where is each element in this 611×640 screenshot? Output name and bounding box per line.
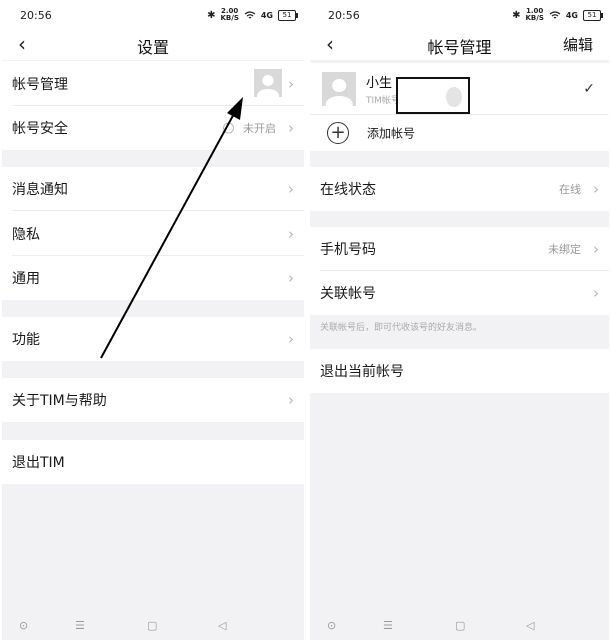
linked-account-hint: 关联帐号后，即可代收该号的好友消息。: [320, 323, 483, 333]
settings-item-logout[interactable]: 退出TIM: [2, 440, 304, 484]
settings-item-label: 帐号管理: [12, 76, 68, 93]
settings-item-account-manage[interactable]: 帐号管理 ›: [2, 61, 304, 106]
chevron-right-icon: ›: [593, 180, 599, 198]
bluetooth-icon: ✱: [512, 9, 521, 21]
account-name: 小生: [366, 76, 393, 91]
chevron-right-icon: ›: [288, 119, 294, 137]
status-bar: 20:56 ✱ 2.00 KB/S 4G 51: [2, 0, 304, 28]
settings-item-label: 帐号安全: [12, 121, 68, 137]
status-time: 20:56: [20, 9, 52, 22]
add-account-label: 添加帐号: [367, 126, 416, 141]
settings-item-privacy[interactable]: 隐私 ›: [2, 211, 304, 256]
settings-item-label: 退出TIM: [12, 455, 65, 471]
chevron-right-icon: ›: [288, 180, 294, 198]
battery-icon: 51: [583, 9, 603, 21]
settings-item-label: 功能: [12, 332, 40, 348]
system-nav-bar: ⊙ ☰ ▢ ◁: [310, 612, 609, 640]
settings-item-general[interactable]: 通用 ›: [2, 256, 304, 300]
settings-item-label: 退出当前帐号: [320, 364, 404, 380]
settings-item-label: 隐私: [12, 226, 40, 243]
system-nav-bar: ⊙ ☰ ▢ ◁: [2, 612, 304, 640]
bluetooth-icon: ✱: [207, 9, 216, 21]
status-bar: 20:56 ✱ 1.00 KB/S 4G 51: [310, 0, 609, 28]
settings-item-online-status[interactable]: 在线状态 在线 ›: [310, 167, 609, 211]
settings-item-linked-account[interactable]: 关联帐号 ›: [310, 271, 609, 315]
page-title: 设置: [136, 38, 169, 57]
signal-icon: 4G: [565, 10, 578, 20]
settings-item-label: 关联帐号: [320, 286, 376, 302]
chevron-right-icon: ›: [288, 330, 294, 348]
nav-bar: ‹ 帐号管理 编辑: [310, 28, 609, 60]
chevron-right-icon: ›: [288, 224, 294, 243]
system-back-button[interactable]: ◁: [526, 619, 534, 632]
network-speed: 2.00 KB/S: [220, 7, 239, 22]
settings-item-label: 关于TIM与帮助: [12, 393, 107, 409]
chevron-right-icon: ›: [593, 284, 599, 302]
status-icons: ✱ 2.00 KB/S 4G 51: [207, 7, 298, 22]
menu-button[interactable]: ☰: [75, 619, 85, 632]
plus-circle-icon: +: [327, 122, 349, 144]
online-status-value: 在线: [559, 183, 581, 196]
chevron-right-icon: ›: [593, 240, 599, 258]
battery-icon: 51: [278, 9, 298, 21]
home-button[interactable]: ▢: [455, 619, 465, 632]
chevron-right-icon: ›: [288, 269, 294, 287]
add-account-button[interactable]: + 添加帐号: [310, 115, 609, 151]
status-time: 20:56: [328, 9, 360, 22]
security-status-value: 未开启: [243, 122, 276, 135]
menu-button[interactable]: ☰: [383, 619, 393, 632]
avatar: [254, 69, 282, 97]
settings-item-features[interactable]: 功能 ›: [2, 317, 304, 361]
nav-bar: ‹ 设置: [2, 28, 304, 60]
wifi-icon: [244, 10, 256, 18]
settings-item-label: 消息通知: [12, 182, 68, 198]
avatar: [322, 72, 356, 106]
settings-item-label: 在线状态: [320, 182, 376, 198]
edit-button[interactable]: 编辑: [563, 34, 593, 55]
settings-item-notifications[interactable]: 消息通知 ›: [2, 167, 304, 211]
redaction-blur: [446, 87, 462, 107]
assistant-button[interactable]: ⊙: [19, 619, 28, 632]
settings-item-label: 手机号码: [320, 242, 376, 258]
system-back-button[interactable]: ◁: [218, 619, 226, 632]
settings-item-phone[interactable]: 手机号码 未绑定 ›: [310, 227, 609, 271]
phone-value: 未绑定: [548, 243, 581, 256]
settings-item-about[interactable]: 关于TIM与帮助 ›: [2, 378, 304, 422]
status-icons: ✱ 1.00 KB/S 4G 51: [512, 7, 603, 22]
network-speed: 1.00 KB/S: [525, 7, 544, 22]
logout-current-account-button[interactable]: 退出当前帐号: [310, 349, 609, 393]
check-icon: ✓: [583, 81, 595, 97]
home-button[interactable]: ▢: [147, 619, 157, 632]
settings-item-account-security[interactable]: 帐号安全 未开启 ›: [2, 106, 304, 150]
assistant-button[interactable]: ⊙: [327, 619, 336, 632]
chevron-right-icon: ›: [288, 391, 294, 409]
security-status-icon: [223, 122, 234, 134]
settings-screen: 20:56 ✱ 2.00 KB/S 4G 51 ‹ 设置 帐号管理 › 帐号安全 …: [2, 0, 304, 640]
settings-item-label: 通用: [12, 271, 40, 287]
wifi-icon: [549, 10, 561, 18]
signal-icon: 4G: [260, 10, 273, 20]
chevron-right-icon: ›: [288, 74, 294, 93]
